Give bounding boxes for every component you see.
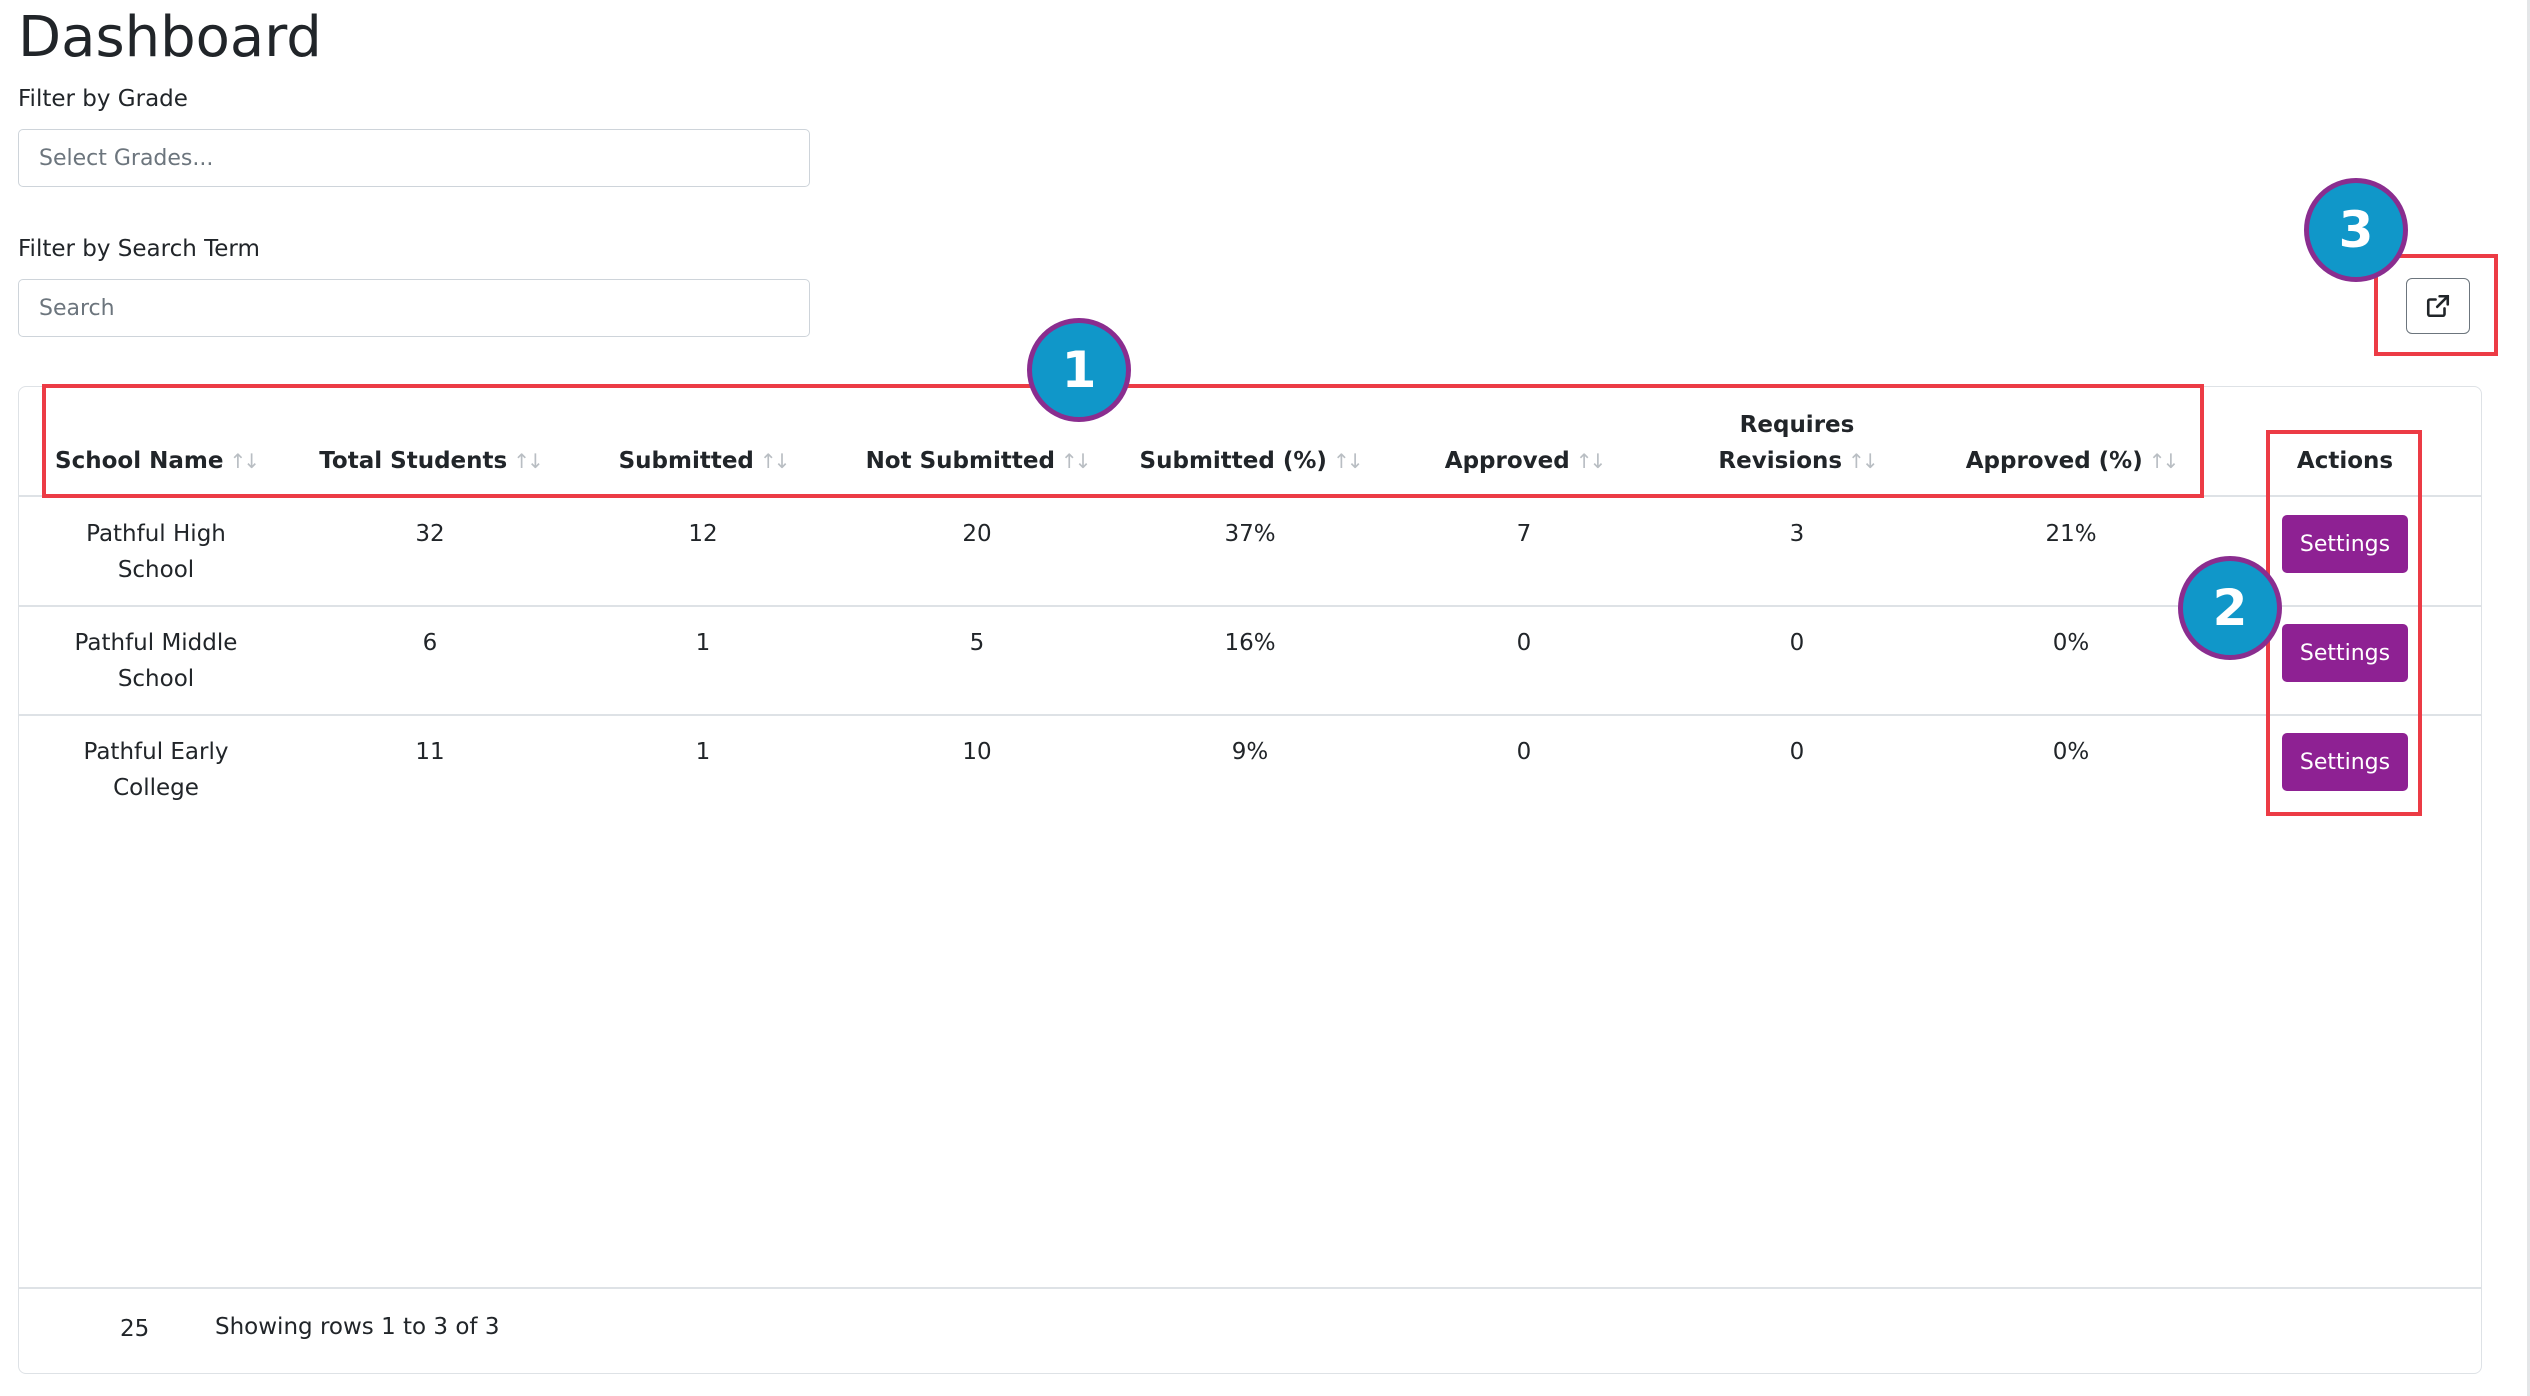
cell-submitted: 12 [688,521,718,547]
grade-filter-input[interactable] [18,129,810,187]
grade-filter-label: Filter by Grade [18,86,188,112]
cell-revisions: 0 [1789,630,1805,656]
cell-submitted: 1 [695,739,711,765]
cell-revisions: 3 [1789,521,1805,547]
cell-total: 32 [415,521,445,547]
cell-approved: 0 [1516,630,1532,656]
row-divider [18,605,2482,607]
cell-total: 6 [422,630,438,656]
cell-submitted-pct: 37% [1224,521,1276,547]
search-input[interactable] [18,279,810,337]
cell-revisions: 0 [1789,739,1805,765]
cell-approved: 0 [1516,739,1532,765]
page-title: Dashboard [18,5,322,70]
footer-divider [18,1287,2482,1289]
annotation-badge-1: 1 [1027,318,1131,422]
search-filter-label: Filter by Search Term [18,236,260,262]
annotation-badge-3: 3 [2304,178,2408,282]
cell-submitted-pct: 9% [1231,739,1269,765]
cell-total: 11 [415,739,445,765]
cell-approved-pct: 0% [2052,630,2090,656]
row-divider [18,714,2482,716]
annotation-box-headers [42,384,2204,498]
pagination-info: Showing rows 1 to 3 of 3 [215,1314,500,1340]
cell-submitted: 1 [695,630,711,656]
cell-submitted-pct: 16% [1224,630,1276,656]
annotation-badge-2: 2 [2178,556,2282,660]
cell-approved: 7 [1516,521,1532,547]
cell-not-submitted: 20 [962,521,992,547]
cell-school: Pathful High School [86,521,226,583]
cell-not-submitted: 5 [969,630,985,656]
cell-not-submitted: 10 [962,739,992,765]
annotation-box-export [2374,254,2498,356]
cell-approved-pct: 0% [2052,739,2090,765]
cell-approved-pct: 21% [2045,521,2097,547]
annotation-box-actions [2266,430,2422,816]
cell-school: Pathful Early College [83,739,229,801]
cell-school: Pathful Middle School [74,630,238,692]
page-size-select[interactable]: 25 [120,1316,149,1342]
